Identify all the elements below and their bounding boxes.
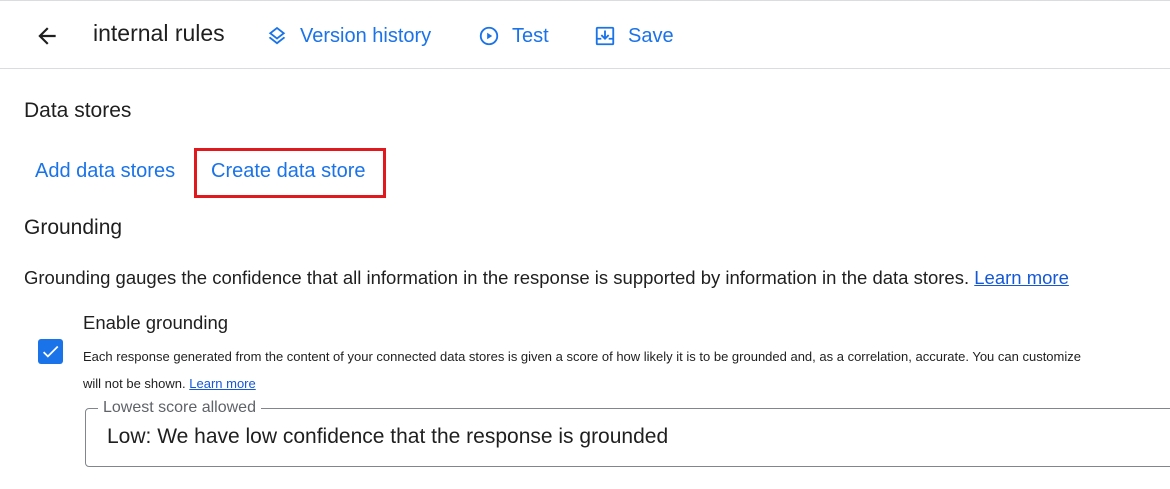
help-text-continued: will not be shown. (83, 376, 186, 391)
save-button[interactable]: Save (594, 22, 674, 50)
version-history-label: Version history (300, 24, 432, 47)
test-label: Test (512, 24, 549, 47)
help-learn-more-link[interactable]: Learn more (189, 376, 255, 391)
grounding-heading: Grounding (24, 216, 123, 239)
back-button[interactable] (30, 19, 64, 53)
top-toolbar: internal rules Version history Test Save (0, 0, 1170, 69)
check-icon (42, 345, 59, 358)
play-circle-icon (478, 25, 500, 47)
grounding-description: Grounding gauges the confidence that all… (24, 267, 1069, 289)
page-title: internal rules (93, 20, 225, 46)
enable-grounding-help: Each response generated from the content… (83, 343, 1170, 397)
grounding-learn-more-link[interactable]: Learn more (974, 267, 1069, 288)
test-button[interactable]: Test (478, 22, 549, 50)
version-history-button[interactable]: Version history (266, 22, 431, 50)
lowest-score-label: Lowest score allowed (98, 399, 261, 417)
grounding-description-text: Grounding gauges the confidence that all… (24, 267, 970, 288)
enable-grounding-label: Enable grounding (83, 312, 229, 333)
enable-grounding-checkbox[interactable] (38, 339, 63, 364)
add-data-stores-button[interactable]: Add data stores (35, 160, 175, 183)
data-stores-heading: Data stores (24, 99, 132, 122)
layers-icon (266, 25, 288, 47)
lowest-score-value: Low: We have low confidence that the res… (107, 425, 669, 448)
create-data-store-button[interactable]: Create data store (211, 160, 366, 183)
save-label: Save (628, 24, 674, 47)
help-text: Each response generated from the content… (83, 349, 1081, 364)
save-download-icon (594, 25, 616, 47)
arrow-back-icon (38, 27, 56, 45)
